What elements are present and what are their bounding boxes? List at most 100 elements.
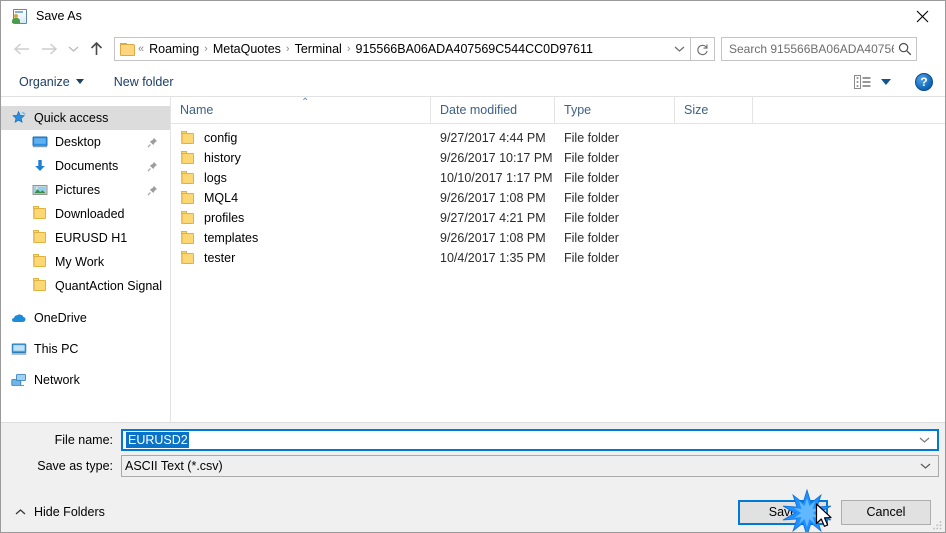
folder-icon [180,191,196,205]
table-row[interactable]: tester 10/4/2017 1:35 PM File folder [171,248,945,268]
sidebar-item-downloaded[interactable]: Downloaded [1,202,170,226]
address-bar[interactable]: « Roaming › MetaQuotes › Terminal › 9155… [114,37,691,61]
column-header-label: Name [180,103,214,117]
table-row[interactable]: history 9/26/2017 10:17 PM File folder [171,148,945,168]
sidebar-item-this-pc[interactable]: This PC [1,337,170,361]
window-title: Save As [36,9,82,23]
help-label: ? [920,74,928,89]
sidebar-item-network[interactable]: Network [1,368,170,392]
toolbar-right-group: ? [850,72,933,91]
sidebar-item-eurusd-h1[interactable]: EURUSD H1 [1,226,170,250]
file-date-cell: 9/26/2017 1:08 PM [440,191,546,205]
table-row[interactable]: MQL4 9/26/2017 1:08 PM File folder [171,188,945,208]
breadcrumb-overflow[interactable]: « [136,43,146,55]
table-row[interactable]: config 9/27/2017 4:44 PM File folder [171,128,945,148]
star-pin-icon [11,110,27,126]
file-date-cell: 9/26/2017 1:08 PM [440,231,546,245]
sidebar-item-onedrive[interactable]: OneDrive [1,306,170,330]
save-as-icon [11,8,27,24]
file-name-label: templates [204,231,259,245]
folder-icon [32,254,48,270]
breadcrumb-item-roaming[interactable]: Roaming [146,42,202,56]
forward-button[interactable] [35,35,63,63]
change-view-button[interactable] [850,73,874,91]
folder-icon [180,131,196,145]
sidebar-item-label: Network [34,373,80,387]
breadcrumb-item-metaquotes[interactable]: MetaQuotes [210,42,284,56]
pin-icon[interactable] [147,161,158,172]
search-box[interactable]: Search 915566BA06ADA40756... [721,37,917,61]
close-button[interactable] [899,1,945,31]
column-header-type[interactable]: Type [555,97,675,123]
file-name-value: EURUSD2 [126,432,189,448]
column-header-name[interactable]: Name ⌃ [171,97,431,123]
address-dropdown-button[interactable] [668,45,690,53]
table-row[interactable]: templates 9/26/2017 1:08 PM File folder [171,228,945,248]
save-button[interactable]: Save [738,499,828,525]
file-date-cell: 9/27/2017 4:21 PM [440,211,546,225]
file-type-cell: File folder [564,151,619,165]
recent-locations-button[interactable] [63,35,83,63]
column-header-size[interactable]: Size [675,97,753,123]
sidebar-item-pictures[interactable]: Pictures [1,178,170,202]
pin-icon[interactable] [147,185,158,196]
onedrive-cloud-icon [11,310,27,326]
file-name-cell: templates [171,231,431,245]
file-name-label: MQL4 [204,191,239,205]
organize-button[interactable]: Organize [13,71,90,93]
pictures-icon [32,182,48,198]
sidebar-item-my-work[interactable]: My Work [1,250,170,274]
file-name-cell: profiles [171,211,431,225]
file-name-label: tester [204,251,236,265]
desktop-icon [32,134,48,150]
view-dropdown-button[interactable] [881,78,891,85]
refresh-button[interactable] [691,37,715,61]
file-name-label: config [204,131,238,145]
sidebar-item-label: OneDrive [34,311,87,325]
breadcrumb-separator: › [346,43,351,55]
file-name-input[interactable]: EURUSD2 [121,429,939,451]
file-type-cell: File folder [564,131,619,145]
sidebar-item-quick-access[interactable]: Quick access [1,106,170,130]
folder-icon [180,211,196,225]
breadcrumb-item-terminal[interactable]: Terminal [292,42,345,56]
search-input[interactable]: Search 915566BA06ADA40756... [729,42,894,56]
folder-icon [180,231,196,245]
organize-label: Organize [19,74,70,89]
folder-icon [32,206,48,222]
file-name-dropdown-button[interactable] [919,436,930,444]
new-folder-label: New folder [113,74,174,89]
sidebar-item-label: Pictures [55,183,101,197]
help-button[interactable]: ? [915,72,933,91]
cancel-button[interactable]: Cancel [841,499,931,525]
file-name-label: File name: [54,433,113,447]
column-header-date-modified[interactable]: Date modified [431,97,555,123]
chevron-down-icon [674,46,684,52]
chevron-down-icon [919,437,930,443]
pin-icon[interactable] [147,137,158,148]
file-name-cell: history [171,151,431,165]
back-button[interactable] [7,35,35,63]
save-as-type-dropdown-button[interactable] [920,462,931,470]
table-row[interactable]: profiles 9/27/2017 4:21 PM File folder [171,208,945,228]
file-type-cell: File folder [564,211,619,225]
sidebar-item-quantaction-signal[interactable]: QuantAction Signal [1,274,170,298]
breadcrumb-item-current-folder[interactable]: 915566BA06ADA407569C544CC0D97611 [353,42,596,56]
hide-folders-button[interactable]: Hide Folders [15,505,105,519]
sidebar-item-documents[interactable]: Documents [1,154,170,178]
up-one-level-button[interactable] [83,35,109,63]
sidebar-item-desktop[interactable]: Desktop [1,130,170,154]
column-header-row: Name ⌃ Date modified Type Size [171,97,945,124]
command-toolbar: Organize New folder ? [1,67,945,97]
file-name-label: history [204,151,241,165]
resize-grip-icon[interactable] [931,519,943,531]
chevron-down-icon [920,463,931,469]
save-form: File name: EURUSD2 Save as type: ASCII T… [1,422,945,490]
table-row[interactable]: logs 10/10/2017 1:17 PM File folder [171,168,945,188]
folder-icon [32,278,48,294]
navigation-bar: « Roaming › MetaQuotes › Terminal › 9155… [1,31,945,67]
file-type-cell: File folder [564,171,619,185]
new-folder-button[interactable]: New folder [108,71,180,93]
sidebar-item-label: Desktop [55,135,101,149]
save-as-type-select[interactable]: ASCII Text (*.csv) [121,455,939,477]
